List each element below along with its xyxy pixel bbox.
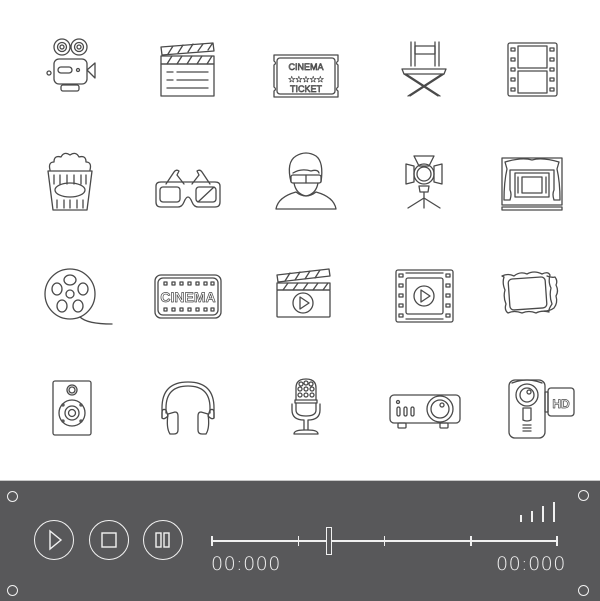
pause-button[interactable] (143, 520, 183, 560)
svg-text:CINEMA: CINEMA (160, 289, 215, 305)
timeline-tick (383, 536, 386, 546)
svg-text:CINEMA: CINEMA (288, 62, 323, 72)
headphones-icon (148, 368, 228, 448)
volume-bar (553, 501, 555, 522)
clapperboard-play-icon (266, 256, 346, 336)
volume-bar (531, 510, 533, 522)
screw-bottom-left (7, 585, 18, 596)
film-strip-icon (492, 30, 572, 110)
svg-text:HD: HD (552, 397, 570, 411)
play-button[interactable] (34, 520, 74, 560)
clapperboard-icon (148, 30, 228, 110)
elapsed-time: 00:000 (211, 553, 281, 575)
timeline-tick (211, 536, 213, 546)
volume-bar (542, 506, 544, 522)
svg-text:TICKET: TICKET (290, 84, 323, 94)
film-reel-icon (32, 256, 113, 336)
projector-icon (384, 368, 464, 448)
movie-camera-icon (32, 30, 112, 110)
cinema-ticket-icon: CINEMA ★★★★★ TICKET (266, 30, 346, 110)
seek-handle[interactable] (326, 527, 333, 555)
play-icon (49, 529, 63, 551)
film-play-icon (384, 256, 464, 336)
microphone-icon (266, 368, 346, 448)
director-chair-icon (384, 30, 464, 110)
cinema-sign-icon: CINEMA (148, 256, 228, 336)
stop-icon (101, 532, 117, 548)
popcorn-icon (32, 142, 112, 222)
screw-top-left (7, 491, 18, 502)
volume-bar (520, 515, 522, 522)
timeline-tick (556, 536, 558, 546)
total-time: 00:000 (496, 553, 566, 575)
screw-top-right-edge (578, 490, 589, 501)
spotlight-icon (384, 142, 464, 222)
volume-indicator[interactable] (520, 500, 560, 522)
cinema-stage-icon (492, 142, 572, 222)
screw-bottom-right (578, 585, 589, 596)
photos-icon (492, 256, 572, 336)
viewer-3d-glasses-icon (266, 142, 346, 222)
hd-camcorder-icon: HD (492, 368, 575, 448)
svg-text:★★★★★: ★★★★★ (288, 75, 324, 84)
timeline-tick (297, 536, 299, 546)
timeline-tick (470, 536, 472, 546)
pause-icon (155, 532, 170, 548)
seek-bar[interactable] (211, 527, 558, 555)
stop-button[interactable] (89, 520, 129, 560)
3d-glasses-icon (148, 142, 228, 222)
speaker-icon (32, 368, 112, 448)
